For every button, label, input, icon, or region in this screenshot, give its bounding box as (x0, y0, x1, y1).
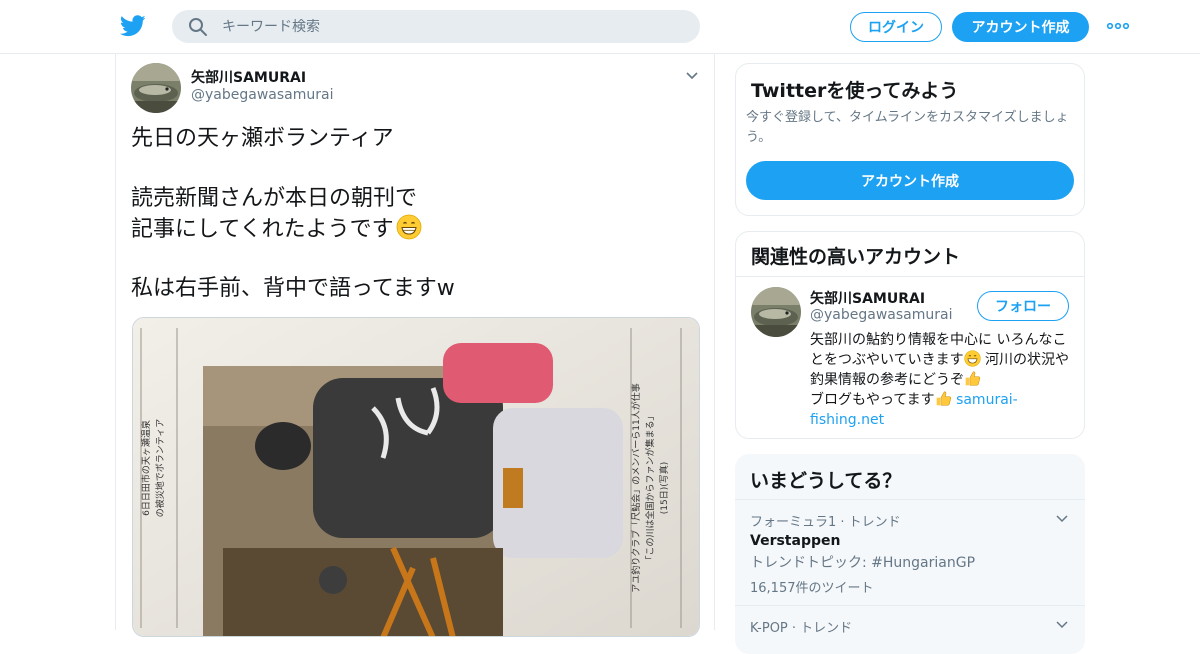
follow-button[interactable]: フォロー (977, 291, 1069, 321)
tweet-line: 読売新聞さんが本日の朝刊で (131, 186, 418, 211)
top-navigation-bar: ログイン アカウント作成 (0, 0, 1200, 54)
newspaper-text: 「この川は全国からファンが集まる」 (644, 411, 656, 564)
tweet-photo[interactable]: 6日日田市の天ヶ瀬温泉 の被災地でボランティア アユ釣りクラブ「尺鮎会」のメンバ… (132, 317, 700, 637)
tweet-card: 矢部川SAMURAI @yabegawasamurai 先日の天ヶ瀬ボランティア… (115, 54, 715, 637)
related-account-name[interactable]: 矢部川SAMURAI (810, 288, 925, 308)
tweet-line-text: 記事にしてくれたようです (131, 217, 394, 242)
newspaper-text: の被災地でボランティア (154, 419, 166, 517)
grinning-face-icon (396, 214, 422, 240)
trend-item[interactable]: フォーミュラ1 · トレンド Verstappen トレンドトピック: #Hun… (750, 511, 1070, 596)
try-twitter-description: 今すぐ登録して、タイムラインをカスタマイズしましょう。 (746, 110, 1069, 145)
login-button[interactable]: ログイン (850, 12, 942, 42)
twitter-bird-icon[interactable] (120, 14, 146, 38)
author-name[interactable]: 矢部川SAMURAI (191, 67, 306, 87)
tweet-line-with-emoji: 記事にしてくれたようです (131, 214, 701, 244)
trend-item[interactable]: K-POP · トレンド (750, 617, 1070, 636)
related-avatar[interactable] (751, 287, 801, 337)
divider (736, 276, 1084, 277)
trend-tweet-count: 16,157件のツイート (750, 581, 874, 596)
divider (735, 605, 1085, 606)
bio-text: ブログもやってます (810, 392, 935, 408)
tweet-line: 私は右手前、背中で語ってますw (131, 276, 455, 301)
chevron-down-icon[interactable] (684, 68, 700, 84)
author-avatar[interactable] (131, 63, 181, 113)
grinning-face-icon (963, 350, 981, 367)
related-account-handle[interactable]: @yabegawasamurai (810, 307, 952, 323)
trend-topic: トレンドトピック: #HungarianGP (750, 555, 976, 571)
newspaper-photo: 6日日田市の天ヶ瀬温泉 の被災地でボランティア アユ釣りクラブ「尺鮎会」のメンバ… (133, 318, 699, 636)
newspaper-text: 6日日田市の天ヶ瀬温泉 (140, 420, 152, 516)
related-account-bio: 矢部川の鮎釣り情報を中心に いろんなことをつぶやいていきます 河川の状況や釣果情… (810, 330, 1070, 430)
trend-meta: K-POP · トレンド (750, 621, 853, 636)
tweet-text: 先日の天ヶ瀬ボランティア 読売新聞さんが本日の朝刊で 記事にしてくれたようです … (131, 124, 701, 304)
newspaper-text: アユ釣りクラブ「尺鮎会」のメンバーら11人が仕事 (630, 383, 642, 592)
try-twitter-title: Twitterを使ってみよう (751, 80, 959, 102)
avatar-photo (751, 287, 801, 337)
trends-title: いまどうしてる？ (750, 470, 902, 492)
newspaper-text: (15日)(写真) (658, 462, 670, 515)
trends-card: いまどうしてる？ フォーミュラ1 · トレンド Verstappen トレンドト… (735, 454, 1085, 654)
chevron-down-icon[interactable] (1055, 512, 1069, 526)
trend-name: Verstappen (750, 533, 841, 549)
trend-meta: フォーミュラ1 · トレンド (750, 515, 901, 530)
search-bar[interactable] (172, 10, 700, 43)
more-dots-icon[interactable] (1106, 18, 1130, 34)
avatar-photo (131, 63, 181, 113)
thumbs-up-icon (965, 371, 981, 386)
thumbs-up-icon (936, 391, 951, 406)
create-account-button[interactable]: アカウント作成 (746, 161, 1074, 200)
related-accounts-card: 関連性の高いアカウント 矢部川SAMURAI @yabegawasamurai … (735, 231, 1085, 439)
try-twitter-card: Twitterを使ってみよう 今すぐ登録して、タイムラインをカスタマイズしましょ… (735, 63, 1085, 216)
related-accounts-title: 関連性の高いアカウント (751, 246, 961, 268)
search-icon (189, 17, 207, 36)
signup-button[interactable]: アカウント作成 (952, 12, 1089, 42)
author-handle[interactable]: @yabegawasamurai (191, 87, 333, 103)
search-input[interactable] (222, 18, 662, 35)
divider (735, 499, 1085, 500)
tweet-line: 先日の天ヶ瀬ボランティア (131, 126, 394, 151)
